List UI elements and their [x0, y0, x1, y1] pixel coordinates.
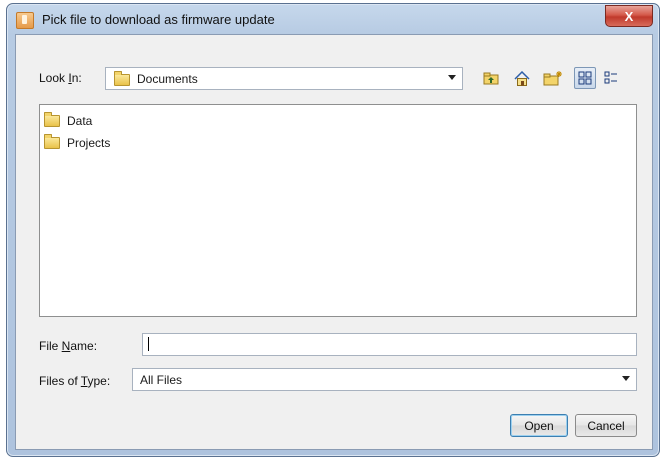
files-of-type-value: All Files [140, 373, 183, 387]
look-in-label: Look In: [39, 71, 82, 85]
chevron-down-icon [622, 376, 630, 381]
list-item-data[interactable]: Data [44, 112, 92, 130]
dialog-body: Look In: Documents Data Projects File Na… [15, 34, 653, 450]
list-item-label: Projects [67, 136, 111, 150]
open-button[interactable]: Open [510, 414, 568, 437]
up-one-level-button[interactable] [480, 67, 502, 89]
folder-icon [114, 71, 130, 86]
list-view-button[interactable] [574, 67, 596, 89]
new-folder-button[interactable] [542, 67, 564, 89]
list-view-icon [578, 71, 592, 85]
app-icon [16, 12, 34, 29]
details-view-button[interactable] [600, 67, 622, 89]
new-folder-icon [543, 71, 562, 86]
home-button[interactable] [511, 67, 533, 89]
cancel-button[interactable]: Cancel [575, 414, 637, 437]
folder-icon [44, 134, 60, 149]
list-item-projects[interactable]: Projects [44, 134, 110, 152]
file-chooser-dialog: Pick file to download as firmware update… [6, 3, 660, 457]
close-button[interactable]: X [605, 5, 653, 27]
folder-icon [44, 112, 60, 127]
up-one-level-icon [483, 72, 499, 85]
file-name-label: File Name: [39, 339, 98, 353]
file-list[interactable]: Data Projects [39, 104, 637, 317]
home-icon [514, 70, 530, 86]
title-bar[interactable]: Pick file to download as firmware update… [7, 4, 659, 34]
file-name-field[interactable] [142, 333, 637, 356]
text-caret [148, 337, 149, 351]
files-of-type-label: Files of Type: [39, 374, 111, 388]
details-view-icon [604, 71, 617, 84]
look-in-value: Documents [137, 72, 198, 86]
files-of-type-combobox[interactable]: All Files [132, 368, 637, 391]
chevron-down-icon [448, 75, 456, 80]
list-item-label: Data [67, 114, 93, 128]
look-in-combobox[interactable]: Documents [105, 67, 463, 90]
dialog-title: Pick file to download as firmware update [42, 12, 275, 27]
